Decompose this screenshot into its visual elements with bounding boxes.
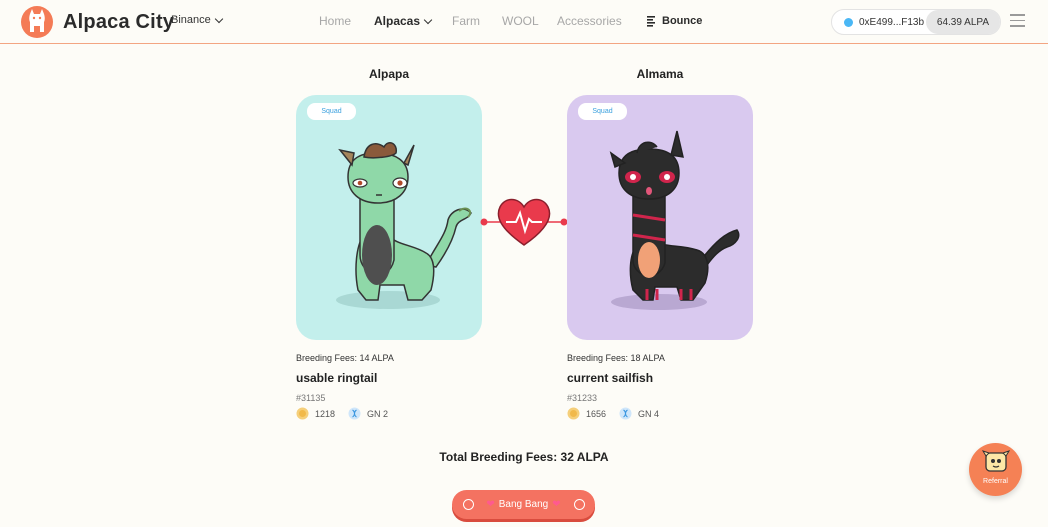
right-alpaca-stats: 1656 GN 4 [567, 407, 659, 420]
nav-bounce[interactable]: Bounce [647, 15, 702, 27]
alpaca-logo-icon [21, 6, 53, 38]
heart-icon: ❤ [552, 499, 561, 510]
squad-badge: Squad [307, 103, 356, 120]
generation-dna-icon [619, 407, 632, 420]
wallet-button[interactable]: 0xE499...F13b 64.39 ALPA [831, 9, 1001, 35]
nav-home[interactable]: Home [319, 14, 351, 28]
right-alpaca-id: #31233 [567, 393, 598, 403]
breeding-heart-icon [480, 198, 568, 246]
nav-alpacas-label: Alpacas [374, 14, 421, 28]
green-alpaca-image [336, 142, 472, 309]
left-generation: GN 2 [367, 408, 389, 419]
left-alpaca-card[interactable]: Squad [296, 95, 482, 340]
wallet-status-icon [844, 17, 853, 27]
right-alpaca-card[interactable]: Squad [567, 95, 753, 340]
nav-wool[interactable]: WOOL [502, 14, 539, 28]
left-alpaca-title: Alpapa [368, 67, 409, 81]
nav-alpacas[interactable]: Alpacas [374, 14, 433, 28]
logo[interactable]: Alpaca City [20, 5, 174, 39]
wallet-balance: 64.39 ALPA [925, 10, 1000, 34]
button-ring-icon [463, 499, 474, 510]
chevron-down-icon [423, 15, 433, 24]
right-breeding-fees: Breeding Fees: 18 ALPA [567, 353, 665, 363]
left-alpaca-name: usable ringtail [296, 371, 378, 385]
referral-alpaca-icon [982, 450, 1010, 472]
nav-bounce-label: Bounce [662, 15, 703, 27]
heart-icon: ❤ [486, 499, 495, 510]
left-energy-value: 1218 [315, 408, 336, 419]
nav-farm[interactable]: Farm [452, 14, 480, 28]
hamburger-menu-icon[interactable] [1010, 14, 1025, 28]
referral-label: Referral [983, 478, 1008, 485]
total-breeding-fees: Total Breeding Fees: 32 ALPA [439, 450, 609, 464]
black-alpaca-image [609, 130, 740, 310]
button-ring-icon [574, 499, 585, 510]
referral-button[interactable]: Referral [969, 443, 1022, 496]
wallet-address: 0xE499...F13b [859, 16, 925, 28]
top-nav-bar: Alpaca City Binance Home Alpacas Farm WO… [0, 0, 1048, 44]
network-selector[interactable]: Binance [171, 14, 224, 26]
bounce-icon [647, 15, 655, 27]
logo-text: Alpaca City [63, 10, 175, 33]
left-alpaca-stats: 1218 GN 2 [296, 407, 388, 420]
chevron-down-icon [214, 14, 224, 23]
breed-button-label: Bang Bang [498, 499, 549, 510]
network-label: Binance [171, 14, 211, 26]
left-alpaca-id: #31135 [296, 393, 326, 403]
nav-accessories[interactable]: Accessories [557, 14, 622, 28]
generation-dna-icon [348, 407, 361, 420]
right-alpaca-name: current sailfish [567, 371, 654, 385]
squad-badge: Squad [578, 103, 627, 120]
right-energy-value: 1656 [586, 408, 607, 419]
right-alpaca-title: Almama [636, 67, 684, 81]
right-generation: GN 4 [638, 408, 660, 419]
breed-button[interactable]: ❤ Bang Bang ❤ [452, 490, 595, 519]
left-breeding-fees: Breeding Fees: 14 ALPA [296, 353, 394, 363]
energy-coin-icon [567, 407, 580, 420]
energy-coin-icon [296, 407, 309, 420]
